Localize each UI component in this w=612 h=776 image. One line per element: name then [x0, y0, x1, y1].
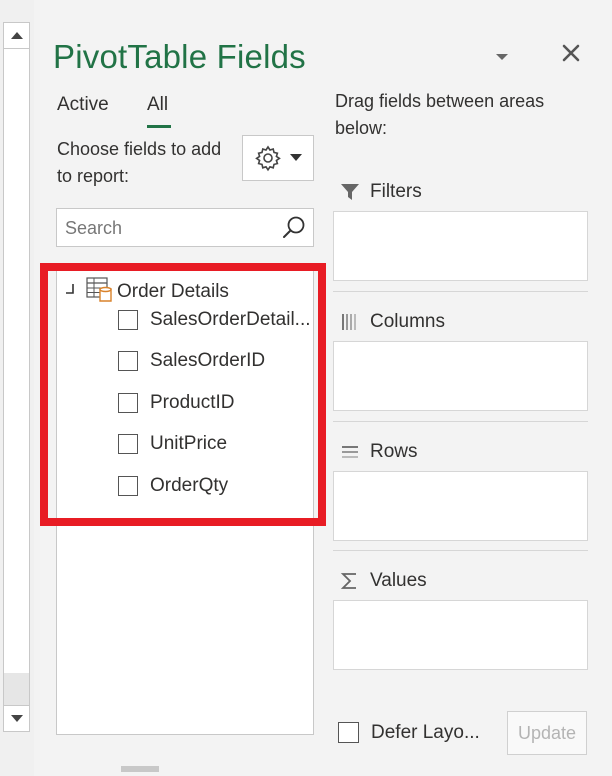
filters-label: Filters: [370, 181, 422, 202]
filters-drop-area[interactable]: [333, 211, 588, 281]
columns-icon: [342, 314, 356, 330]
scroll-down-arrow-icon[interactable]: [4, 705, 29, 731]
field-search-box[interactable]: [56, 208, 314, 247]
filter-funnel-icon: [341, 184, 359, 200]
scroll-up-arrow-icon[interactable]: [4, 23, 29, 49]
rows-label: Rows: [370, 441, 418, 462]
chevron-down-icon[interactable]: [494, 50, 510, 62]
defer-layout-label[interactable]: Defer Layo...: [371, 722, 480, 744]
values-drop-area[interactable]: [333, 600, 588, 670]
horizontal-scroll-grip[interactable]: [121, 766, 159, 772]
area-label-columns: Columns: [340, 311, 445, 333]
area-divider: [333, 421, 588, 422]
values-label: Values: [370, 570, 427, 591]
close-icon[interactable]: [560, 42, 582, 64]
tab-active[interactable]: Active: [57, 94, 109, 116]
defer-layout-checkbox[interactable]: [338, 722, 359, 743]
tab-all[interactable]: All: [147, 94, 168, 116]
rows-icon: [342, 446, 358, 458]
pane-title: PivotTable Fields: [53, 38, 306, 75]
sigma-icon: [340, 573, 356, 589]
area-label-rows: Rows: [340, 441, 418, 463]
update-button[interactable]: Update: [507, 711, 587, 755]
search-icon[interactable]: [281, 215, 307, 241]
chevron-down-icon: [290, 154, 302, 161]
scrollbar-track[interactable]: [4, 673, 29, 705]
tools-settings-button[interactable]: [242, 135, 314, 181]
worksheet-vertical-scrollbar[interactable]: [3, 22, 30, 732]
columns-label: Columns: [370, 311, 445, 332]
columns-drop-area[interactable]: [333, 341, 588, 411]
choose-fields-label: Choose fields to add to report:: [57, 139, 222, 186]
area-divider: [333, 291, 588, 292]
area-divider: [333, 550, 588, 551]
highlight-annotation-box: [40, 263, 326, 526]
area-label-filters: Filters: [340, 181, 422, 203]
search-input[interactable]: [65, 215, 275, 241]
gear-icon: [255, 145, 281, 172]
rows-drop-area[interactable]: [333, 471, 588, 541]
drag-fields-hint: Drag fields between areas below:: [335, 91, 545, 138]
area-label-values: Values: [340, 570, 427, 592]
tab-selected-indicator: [147, 125, 171, 128]
